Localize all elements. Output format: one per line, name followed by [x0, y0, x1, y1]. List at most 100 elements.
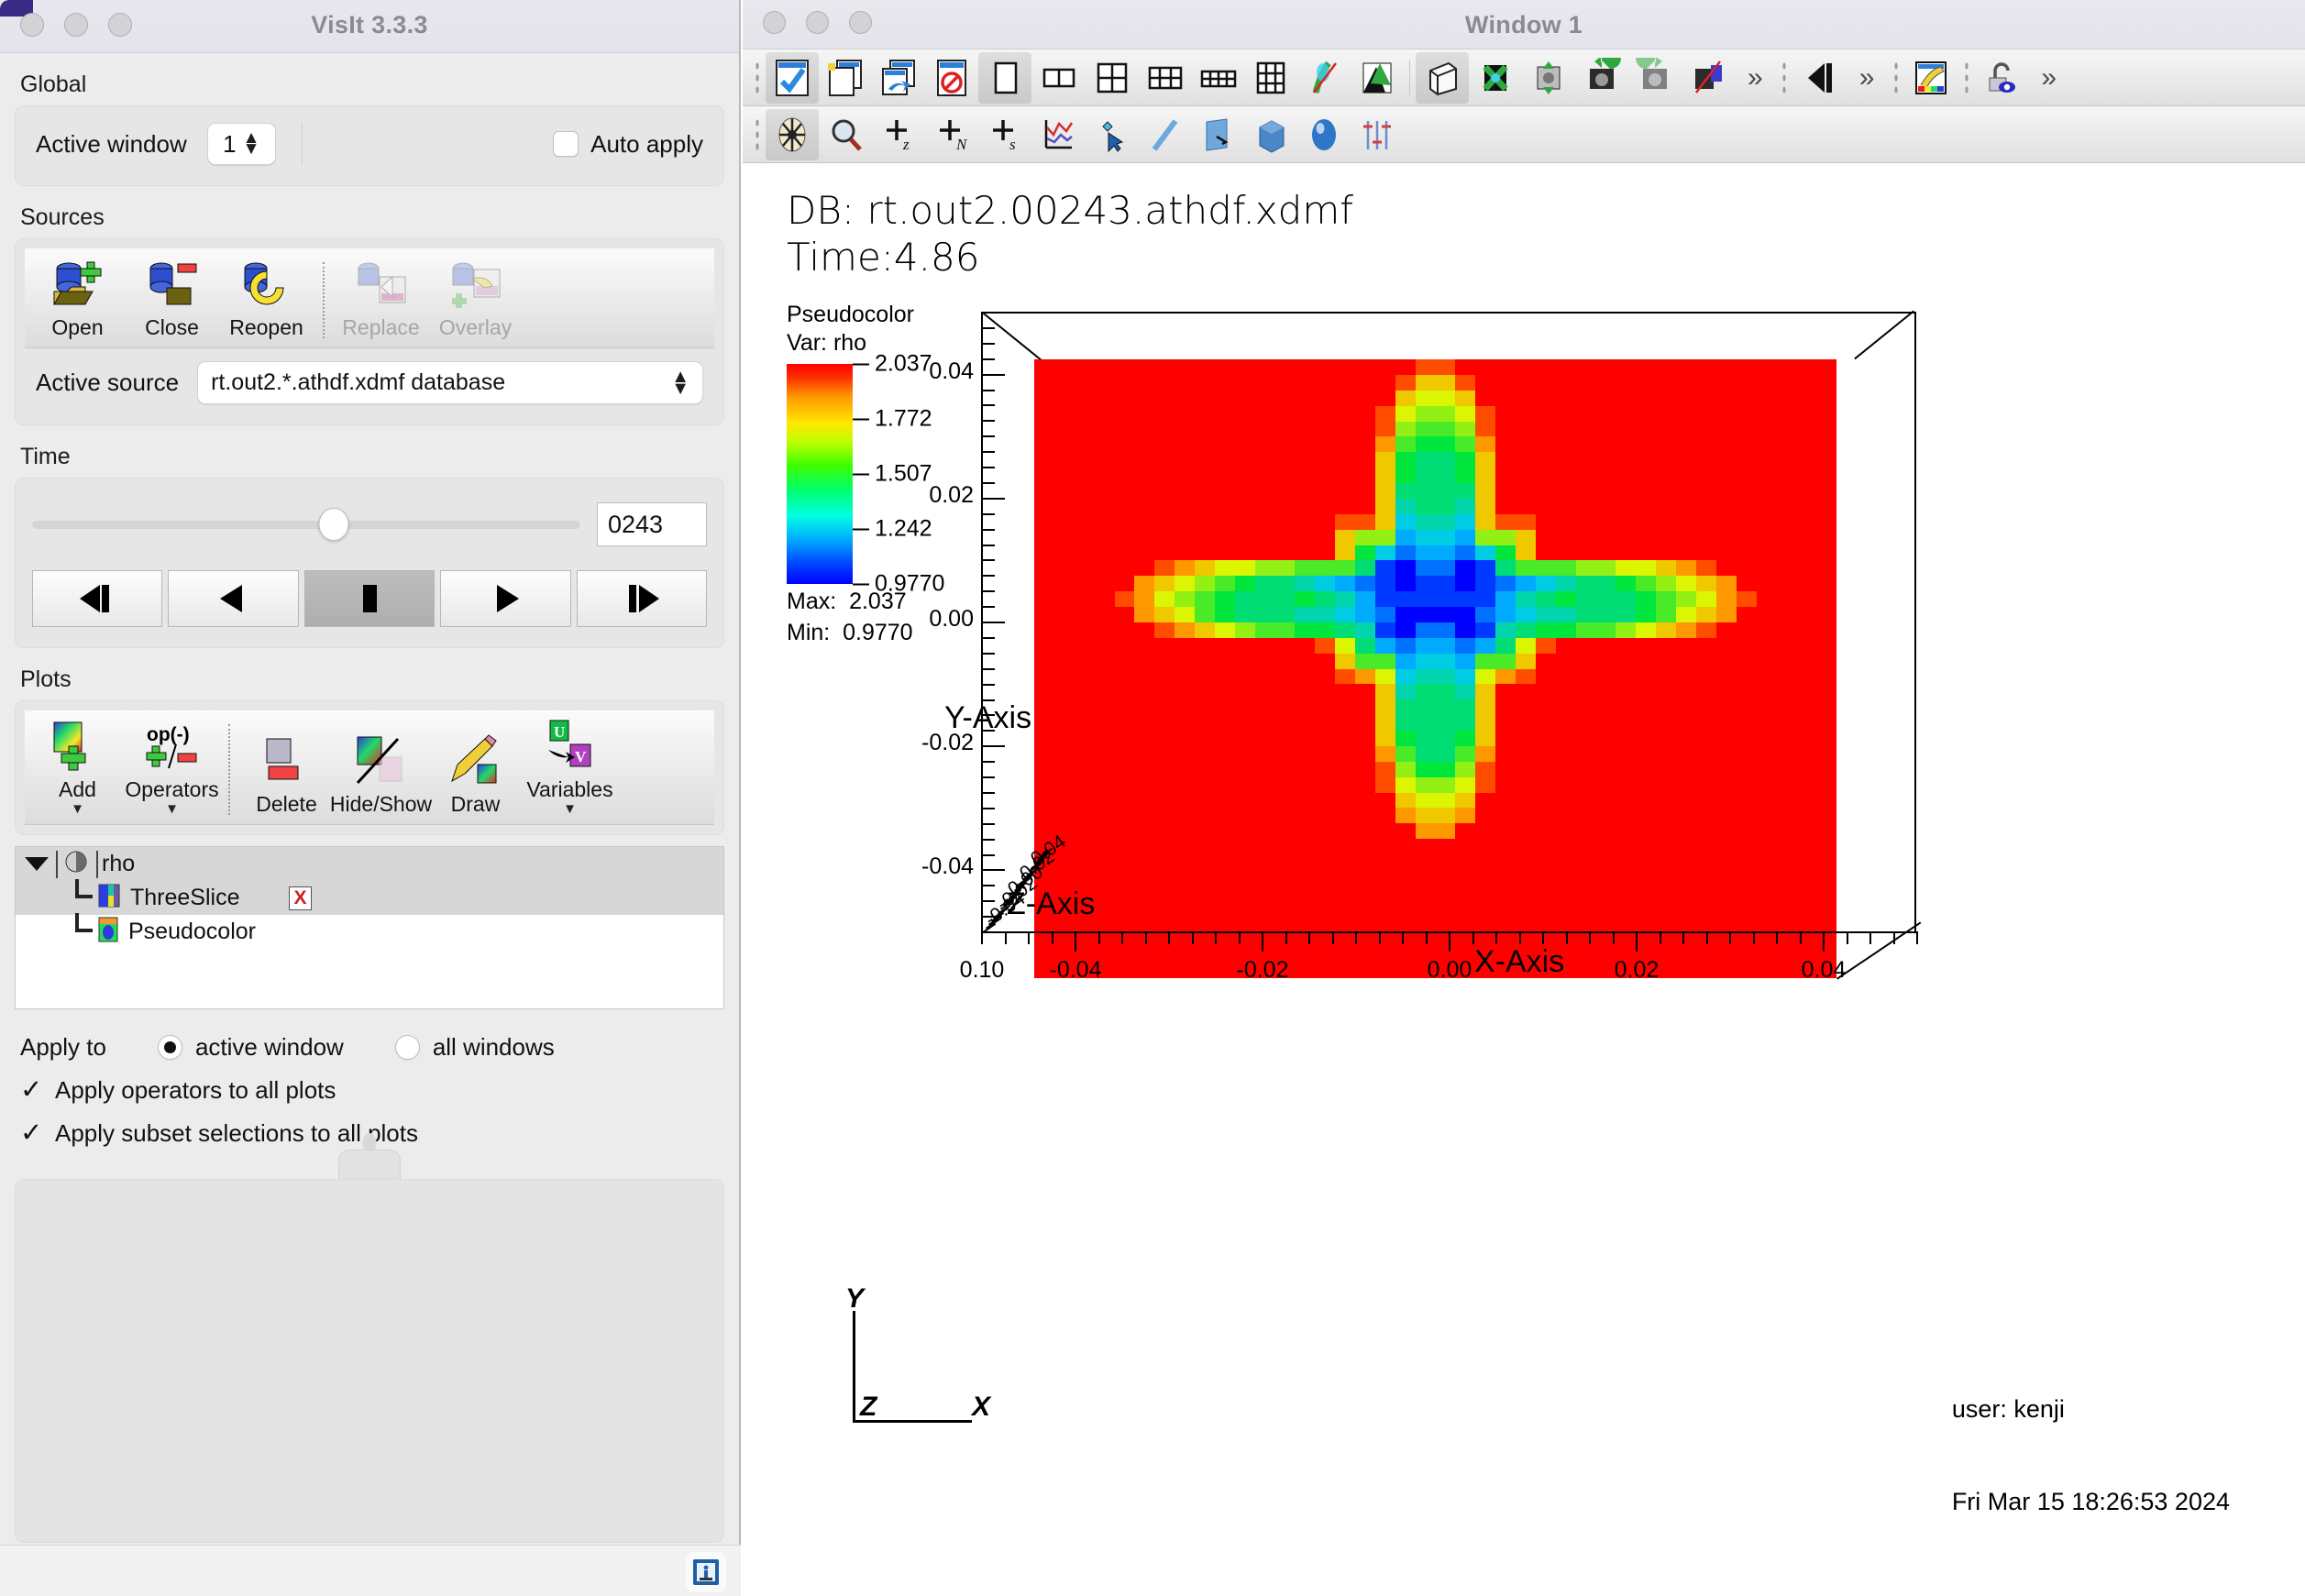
density-pixel — [1355, 808, 1375, 824]
delete-window-icon[interactable] — [925, 52, 978, 104]
toolbar-grip[interactable] — [1961, 57, 1972, 98]
density-pixel — [1535, 745, 1556, 762]
layout-2x2-icon[interactable] — [1085, 52, 1138, 104]
color-table-icon[interactable] — [1904, 52, 1958, 104]
active-window-spinbox[interactable]: 1 ▲ ▼ — [206, 123, 276, 165]
density-pixel — [1776, 761, 1797, 777]
density-pixel — [1254, 591, 1275, 607]
apply-active-window-option[interactable]: active window — [157, 1033, 344, 1062]
plot-list[interactable]: rho ThreeSlice X Pseudocolor — [15, 846, 724, 1009]
checkmark-icon[interactable]: ✓ — [20, 1077, 44, 1104]
density-pixel — [1776, 545, 1797, 561]
play-reverse-button[interactable] — [168, 570, 299, 627]
info-icon[interactable] — [686, 1552, 726, 1592]
new-window-check-icon[interactable] — [766, 51, 819, 104]
delete-plot-button[interactable]: Delete — [239, 733, 334, 824]
plot-tree-item-threeslice[interactable]: ThreeSlice X — [16, 878, 723, 915]
cycle-input[interactable]: 0243 — [597, 502, 707, 546]
auto-apply-checkbox[interactable] — [553, 131, 579, 157]
recenter-view-icon[interactable] — [1522, 52, 1575, 104]
variables-button[interactable]: U V Variables ▼ — [523, 719, 617, 824]
density-pixel — [1595, 560, 1616, 577]
line-tool-icon[interactable] — [1138, 109, 1191, 160]
vis-window-titlebar[interactable]: Window 1 — [743, 0, 2305, 50]
nav-back-icon[interactable] — [1793, 52, 1847, 104]
redo-view-icon[interactable] — [1628, 52, 1682, 104]
density-pixel — [1074, 529, 1095, 545]
time-slider[interactable] — [32, 508, 580, 541]
pick-spreadsheet-icon[interactable]: s — [978, 109, 1031, 160]
pseudocolor-slice-face[interactable] — [1034, 359, 1836, 978]
chevron-down-icon[interactable]: ▼ — [563, 801, 577, 817]
reopen-source-button[interactable]: Reopen — [219, 257, 314, 347]
lineout-icon[interactable] — [1031, 109, 1085, 160]
apply-all-windows-option[interactable]: all windows — [394, 1033, 555, 1062]
expand-triangle-icon[interactable] — [25, 857, 49, 871]
apply-operators-checkbox-row[interactable]: ✓ Apply operators to all plots — [20, 1076, 739, 1105]
clone-window-icon[interactable] — [819, 52, 872, 104]
plane-tool-icon[interactable] — [1191, 109, 1244, 160]
close-source-button[interactable]: Close — [125, 257, 219, 347]
open-source-button[interactable]: Open — [30, 257, 125, 347]
pick-node-icon[interactable]: N — [925, 109, 978, 160]
density-pixel — [1094, 374, 1115, 391]
toolbar-grip[interactable] — [1779, 57, 1790, 98]
layout-2x4-icon[interactable] — [1191, 52, 1244, 104]
draw-button[interactable]: Draw — [428, 733, 523, 824]
three-slice-plot[interactable]: -0.04 -0.02 0.00 0.02 0.04 -0.04 -0.02 0.00 0.0… — [921, 310, 2017, 1173]
overflow-chevron-3-icon[interactable]: » — [2028, 62, 2069, 94]
stop-button[interactable] — [303, 570, 436, 627]
clear-view-icon[interactable] — [1682, 52, 1735, 104]
chevron-up-down-icon[interactable]: ▲ ▼ — [243, 129, 260, 157]
reset-view-icon[interactable] — [1469, 52, 1522, 104]
density-pixel — [1816, 545, 1836, 561]
chevron-down-icon[interactable]: ▼ — [71, 801, 84, 817]
density-pixel — [1495, 513, 1516, 530]
point-tool-icon[interactable] — [1085, 109, 1138, 160]
overflow-chevron-2-icon[interactable]: » — [1847, 62, 1888, 94]
overflow-chevron-1-icon[interactable]: » — [1735, 62, 1776, 94]
layout-1x1-icon[interactable] — [978, 51, 1031, 104]
toggle-perspective-icon[interactable] — [1351, 52, 1404, 104]
layout-2x3-icon[interactable] — [1138, 52, 1191, 104]
axis-restriction-icon[interactable] — [1351, 109, 1404, 160]
radio-active-window[interactable] — [157, 1035, 182, 1060]
mode-3d-icon[interactable] — [1416, 51, 1469, 104]
checkmark-icon[interactable]: ✓ — [20, 1120, 44, 1147]
density-pixel — [1616, 761, 1637, 777]
sphere-tool-icon[interactable] — [1297, 109, 1351, 160]
toolbar-grip[interactable] — [752, 114, 762, 155]
radio-all-windows[interactable] — [394, 1035, 420, 1060]
step-backward-button[interactable] — [32, 570, 163, 627]
auto-apply-row[interactable]: Auto apply — [553, 130, 703, 159]
control-window-titlebar[interactable]: VisIt 3.3.3 — [0, 0, 739, 53]
navigate-icon[interactable] — [766, 108, 819, 160]
delete-operator-button[interactable]: X — [289, 886, 312, 910]
plot-tree-item-pseudocolor[interactable]: Pseudocolor — [16, 912, 723, 949]
layout-1x2-icon[interactable] — [1031, 52, 1085, 104]
chevron-down-icon[interactable]: ▼ — [165, 801, 179, 817]
pick-zone-icon[interactable]: z — [872, 109, 925, 160]
apply-subset-checkbox-row[interactable]: ✓ Apply subset selections to all plots — [20, 1119, 739, 1148]
layout-3x3-icon[interactable] — [1244, 52, 1297, 104]
overlay-source-button[interactable]: Overlay — [428, 257, 523, 347]
lock-view-icon[interactable] — [1975, 52, 2028, 104]
hide-show-button[interactable]: Hide/Show — [330, 733, 432, 824]
undo-view-icon[interactable] — [1575, 52, 1628, 104]
box-tool-icon[interactable] — [1244, 109, 1297, 160]
unlock-view-icon[interactable] — [1297, 52, 1351, 104]
operators-button[interactable]: op(-) Operators ▼ — [125, 719, 219, 824]
step-forward-button[interactable] — [576, 570, 708, 627]
active-source-select[interactable]: rt.out2.*.athdf.xdmf database ▲ ▼ — [197, 361, 703, 404]
render-canvas[interactable]: DB: rt.out2.00243.athdf.xdmf Time:4.86 P… — [743, 165, 2305, 1596]
play-button[interactable] — [440, 570, 571, 627]
plot-group-row[interactable]: rho — [16, 847, 723, 881]
replace-source-button[interactable]: Replace — [334, 257, 428, 347]
add-plot-button[interactable]: Add ▼ — [30, 719, 125, 824]
toolbar-grip[interactable] — [752, 57, 762, 98]
copy-window-icon[interactable] — [872, 52, 925, 104]
time-slider-handle[interactable] — [318, 508, 349, 541]
zoom-tool-icon[interactable] — [819, 109, 872, 160]
toolbar-grip[interactable] — [1891, 57, 1902, 98]
density-pixel — [1175, 839, 1195, 854]
